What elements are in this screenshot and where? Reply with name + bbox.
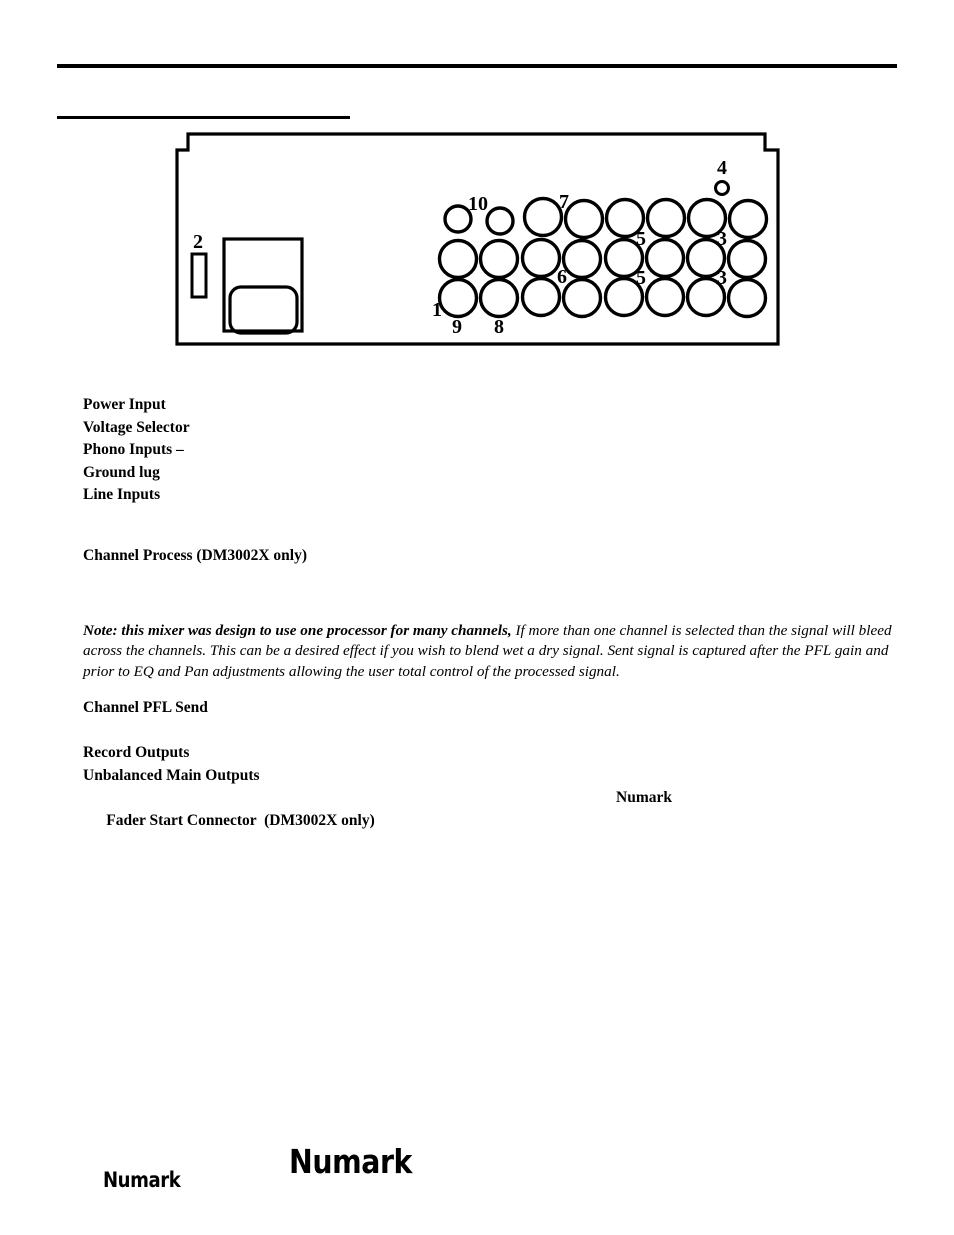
jack-r2-c4 — [561, 238, 603, 280]
jack-r1-c8 — [727, 198, 769, 240]
jack-r3-c6 — [644, 276, 686, 318]
item-power-input: Power Input — [83, 396, 166, 413]
callout-3-bottom: 3 — [717, 267, 727, 289]
processor-note-lead: Note: this mixer was design to use one p… — [83, 621, 512, 639]
jack-r3-c1 — [437, 277, 479, 319]
callout-1: 1 — [432, 299, 442, 321]
item-channel-pfl-send: Channel PFL Send — [83, 699, 208, 717]
callout-9: 9 — [452, 316, 462, 338]
jack-r3-c4 — [561, 277, 603, 319]
callout-3-top: 3 — [717, 228, 727, 250]
jack-r2-c2 — [478, 238, 520, 280]
jack-r2-c6 — [644, 237, 686, 279]
processor-note: Note: this mixer was design to use one p… — [83, 621, 895, 683]
fader-start-right-text: Numark — [616, 789, 672, 807]
rear-panel-diagram: 1 2 3 3 4 5 5 6 7 8 9 10 — [175, 131, 780, 346]
item-ground-lug: Ground lug — [83, 463, 160, 481]
jack-r3-c8 — [726, 277, 768, 319]
callout-4: 4 — [717, 157, 727, 179]
item-channel-process: Channel Process (DM3002X only) — [83, 546, 308, 564]
callout-7: 7 — [559, 191, 569, 213]
page: 1 2 3 3 4 5 5 6 7 8 9 10 Power Input Vol… — [0, 0, 954, 1235]
jack-r2-c1 — [437, 238, 479, 280]
jack-r1-c3 — [522, 196, 564, 238]
item-line-inputs: Line Inputs — [83, 486, 161, 504]
jack-r3-c2 — [478, 277, 520, 319]
top-horizontal-rule — [57, 64, 897, 68]
jack-r1-c4 — [563, 198, 605, 240]
callout-8: 8 — [494, 316, 504, 338]
callout-5-top: 5 — [636, 228, 646, 250]
voltage-selector-switch — [190, 252, 208, 299]
jack-r3-c3 — [520, 276, 562, 318]
callout-2: 2 — [193, 231, 203, 253]
panel-description-list: Power Input Voltage Selector Phono Input… — [83, 394, 895, 855]
callout-5-bottom: 5 — [636, 267, 646, 289]
callout-6: 6 — [557, 266, 567, 288]
jack-r2-c8 — [726, 238, 768, 280]
ground-lug — [714, 180, 730, 196]
power-input-socket — [228, 285, 299, 335]
heading-underline-rule — [57, 116, 350, 119]
power-inlet-housing — [222, 237, 304, 333]
numark-logo-secondary: Numark — [103, 1168, 181, 1192]
jack-r1-c6 — [645, 197, 687, 239]
item-voltage-selector: Voltage Selector — [83, 418, 190, 436]
callout-10: 10 — [468, 193, 488, 215]
jack-r2-c3 — [520, 237, 562, 279]
item-record-outputs: Record Outputs — [83, 744, 190, 762]
fader-start-label: Fader Start Connector (DM3002X only) — [106, 811, 375, 829]
item-fader-start-connector: Fader Start Connector (DM3002X only) Numa… — [83, 787, 895, 855]
numark-logo-primary: Numark — [289, 1142, 412, 1181]
jack-r1-c2 — [485, 206, 515, 236]
item-phono-inputs: Phono Inputs – — [83, 441, 184, 459]
item-unbalanced-main-outputs: Unbalanced Main Outputs — [83, 766, 260, 784]
